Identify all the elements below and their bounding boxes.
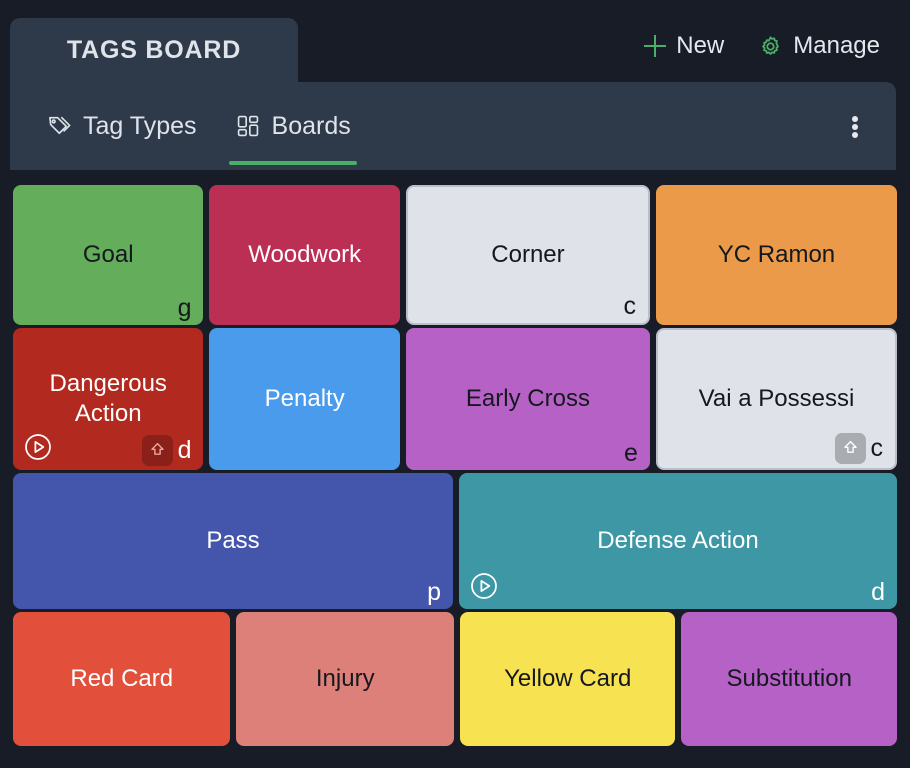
gear-icon (758, 34, 783, 59)
tag-tile-shortcut-key: d (871, 578, 885, 606)
tag-tile-label: Injury (315, 665, 375, 693)
tag-tile[interactable]: Red Card (13, 612, 231, 746)
tag-tile[interactable]: Early Cross e (405, 328, 650, 470)
play-icon (469, 571, 499, 601)
tag-tile-label: Early Cross (465, 385, 590, 413)
tag-tile-shortcut-key: c (623, 292, 636, 320)
board-row: Goal g Woodwork Corner c YC Ramon (13, 185, 897, 325)
app-header: TAGS BOARD New Manage Tag Types Boards (0, 0, 910, 170)
tag-tile[interactable]: Penalty (209, 328, 400, 470)
tag-tile-shortcut: c (834, 433, 884, 464)
tag-tile[interactable]: Dangerous Action d (13, 328, 204, 470)
tag-tile-shortcut-key: c (870, 434, 884, 462)
tag-tile[interactable]: Yellow Card (459, 612, 676, 746)
board-title-tab[interactable]: TAGS BOARD (10, 18, 298, 82)
tag-tile-label: Yellow Card (504, 665, 632, 693)
tag-tile-shortcut: p (427, 580, 441, 605)
tag-tile-label: Woodwork (248, 241, 362, 269)
page-title: TAGS BOARD (66, 35, 242, 64)
tag-tile[interactable]: Pass p (13, 473, 453, 609)
tab-bar: Tag Types Boards (10, 82, 896, 170)
tag-tile-label: Substitution (726, 665, 852, 693)
tab-tag-types-label: Tag Types (83, 111, 197, 140)
tag-tile-shortcut: e (624, 441, 638, 466)
tab-boards-label: Boards (271, 111, 351, 140)
tag-tile-shortcut: d (871, 580, 885, 605)
more-options-icon[interactable] (842, 114, 868, 140)
tag-tile-shortcut-key: p (427, 578, 441, 606)
tab-boards[interactable]: Boards (219, 93, 367, 165)
tags-board-app: TAGS BOARD New Manage Tag Types Boards G… (0, 0, 910, 768)
board-row: Pass p Defense Action d (13, 473, 897, 609)
manage-button[interactable]: Manage (758, 32, 880, 60)
tag-icon (46, 113, 72, 139)
tag-tile-label: Defense Action (597, 527, 759, 555)
tag-tile-label: Goal (82, 241, 134, 269)
tag-tile-label: Dangerous Action (49, 370, 167, 427)
tag-tile[interactable]: Goal g (13, 185, 204, 325)
tag-tile-label: Pass (206, 527, 260, 555)
tags-board-grid: Goal g Woodwork Corner c YC Ramon Dangerous A… (0, 182, 910, 768)
tag-tile-label: Red Card (70, 665, 174, 693)
tag-tile[interactable]: Corner c (405, 185, 650, 325)
grid-icon (235, 113, 261, 139)
tab-list: Tag Types Boards (30, 82, 367, 170)
tag-tile[interactable]: Woodwork (209, 185, 400, 325)
board-row: Red Card Injury Yellow Card Substitution (13, 612, 897, 746)
board-row: Dangerous Action d Penalty Early Cross e Vai … (13, 328, 897, 470)
tab-tag-types[interactable]: Tag Types (30, 93, 213, 159)
tag-tile[interactable]: Defense Action d (459, 473, 897, 609)
tag-tile-shortcut: d (141, 435, 192, 466)
manage-button-label: Manage (793, 32, 880, 59)
tag-tile-shortcut: c (623, 294, 636, 319)
tag-tile[interactable]: YC Ramon (655, 185, 897, 325)
tag-tile-shortcut: g (178, 296, 192, 321)
header-actions: New Manage (644, 32, 880, 60)
shift-key-icon (834, 433, 866, 464)
tag-tile[interactable]: Vai a Possessi c (655, 328, 897, 470)
tag-tile-shortcut-key: e (624, 439, 638, 467)
tag-tile[interactable]: Substitution (681, 612, 897, 746)
tag-tile-label: Penalty (264, 385, 345, 413)
play-icon (23, 432, 53, 462)
tag-tile-shortcut-key: d (177, 436, 192, 464)
shift-key-icon (141, 435, 173, 466)
new-button[interactable]: New (644, 32, 724, 60)
tag-tile-shortcut-key: g (177, 294, 192, 322)
tag-tile-label: Corner (491, 241, 565, 269)
tag-tile-label: YC Ramon (717, 241, 836, 269)
new-button-label: New (676, 32, 725, 59)
plus-icon (644, 35, 667, 57)
tag-tile[interactable]: Injury (236, 612, 454, 746)
tag-tile-label: Vai a Possessi (698, 385, 855, 413)
